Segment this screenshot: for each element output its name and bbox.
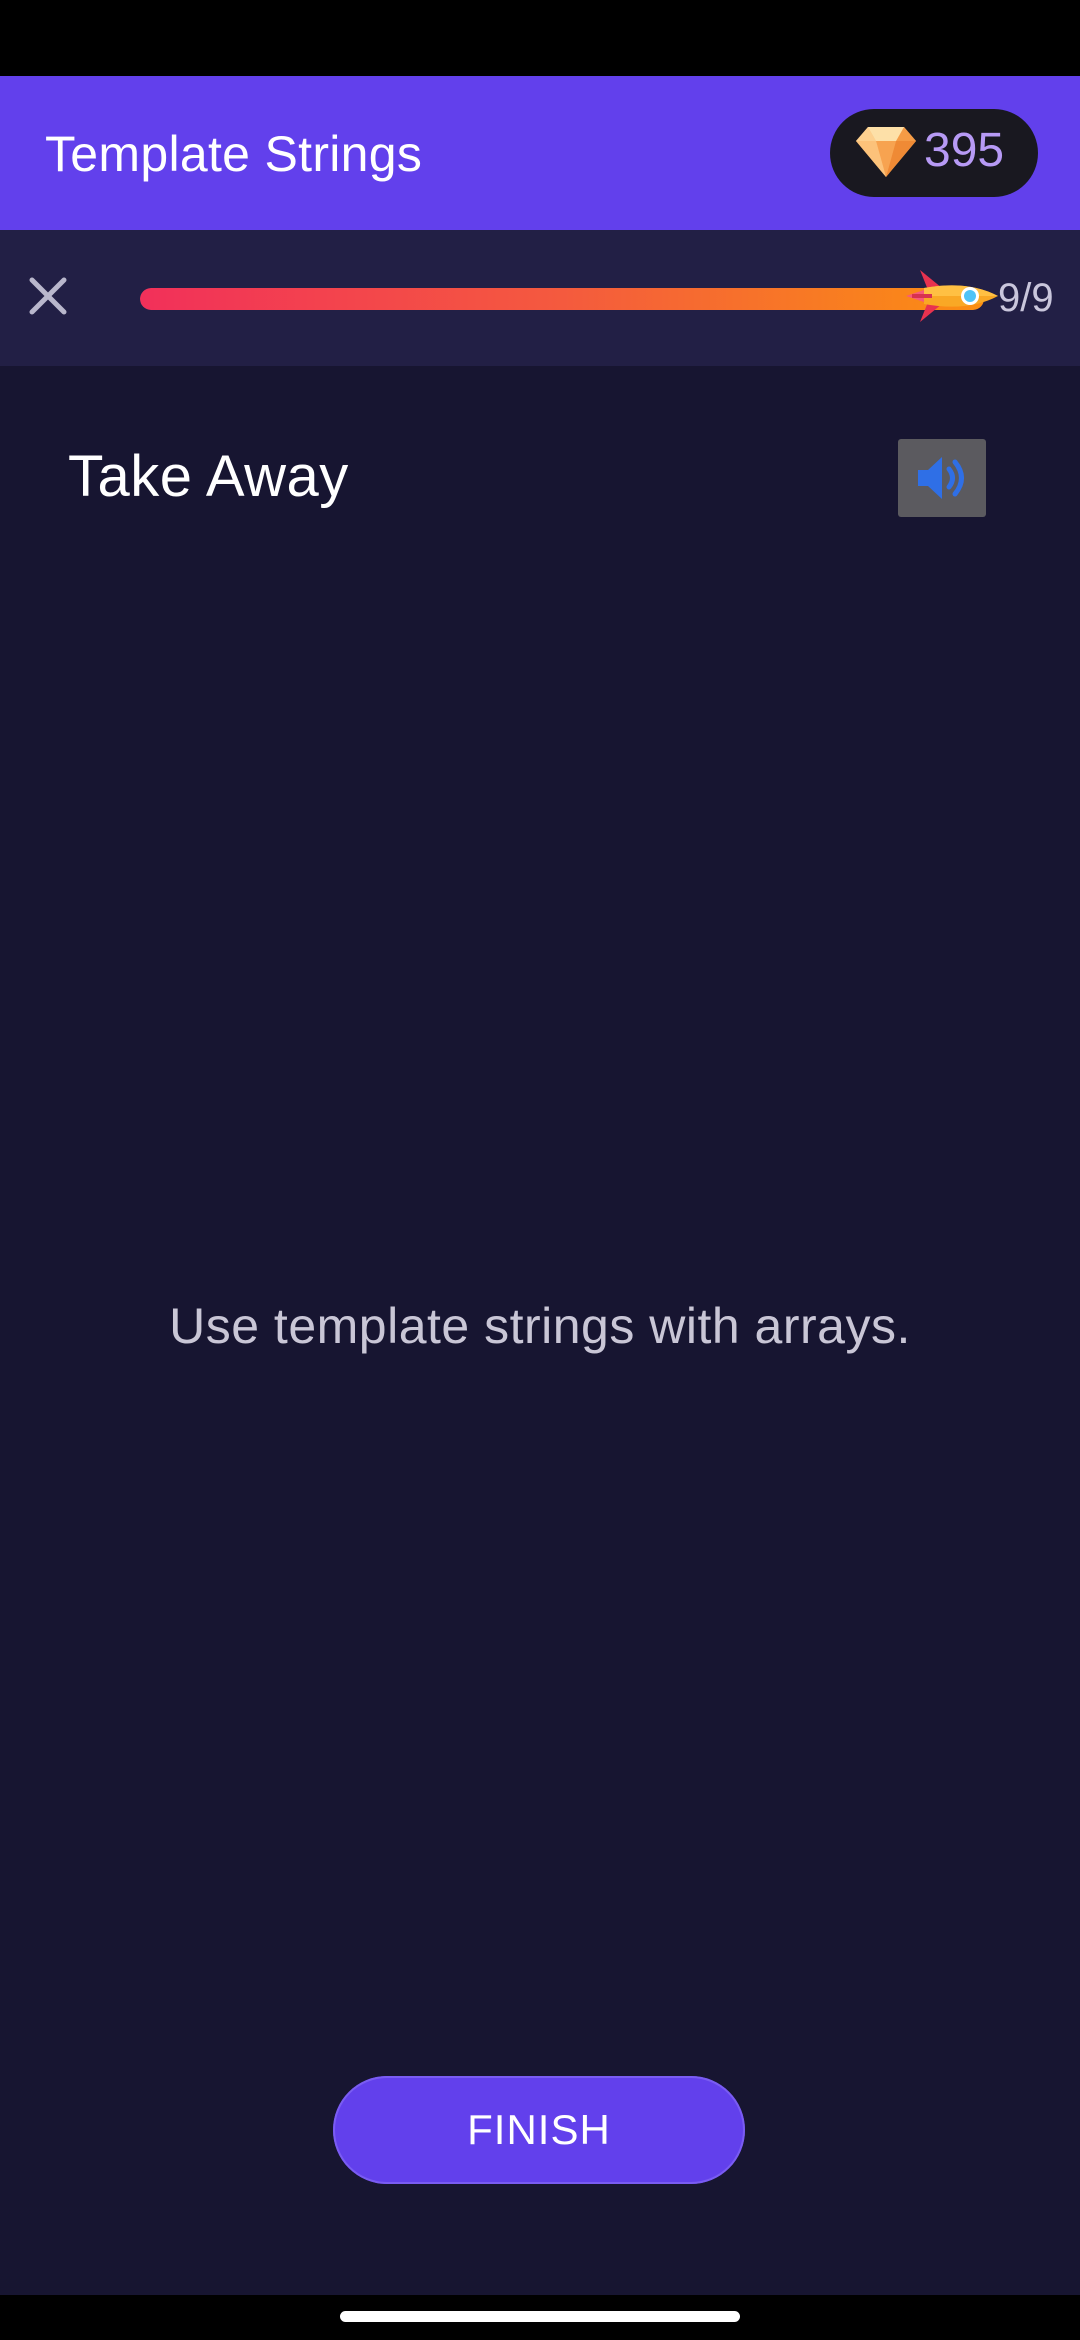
page-title: Template Strings xyxy=(45,126,423,182)
app-header: Template Strings 395 xyxy=(0,76,1080,230)
takeaway-text: Use template strings with arrays. xyxy=(169,1298,911,1354)
section-title: Take Away xyxy=(68,444,349,509)
speaker-icon xyxy=(918,457,964,499)
audio-button[interactable] xyxy=(898,439,986,517)
progress-bar xyxy=(140,288,984,310)
progress-counter: 9/9 xyxy=(998,276,1054,320)
gem-count: 395 xyxy=(924,124,1005,177)
home-indicator[interactable] xyxy=(340,2311,740,2322)
diamond-icon xyxy=(856,127,916,177)
gem-counter[interactable]: 395 xyxy=(830,109,1038,197)
status-bar xyxy=(0,0,1080,76)
rocket-icon xyxy=(906,270,998,322)
progress-area: 9/9 xyxy=(0,230,1080,366)
finish-button[interactable]: FINISH xyxy=(333,2076,745,2184)
navigation-bar xyxy=(0,2295,1080,2340)
close-icon[interactable] xyxy=(18,266,78,326)
progress-fill xyxy=(140,288,984,310)
